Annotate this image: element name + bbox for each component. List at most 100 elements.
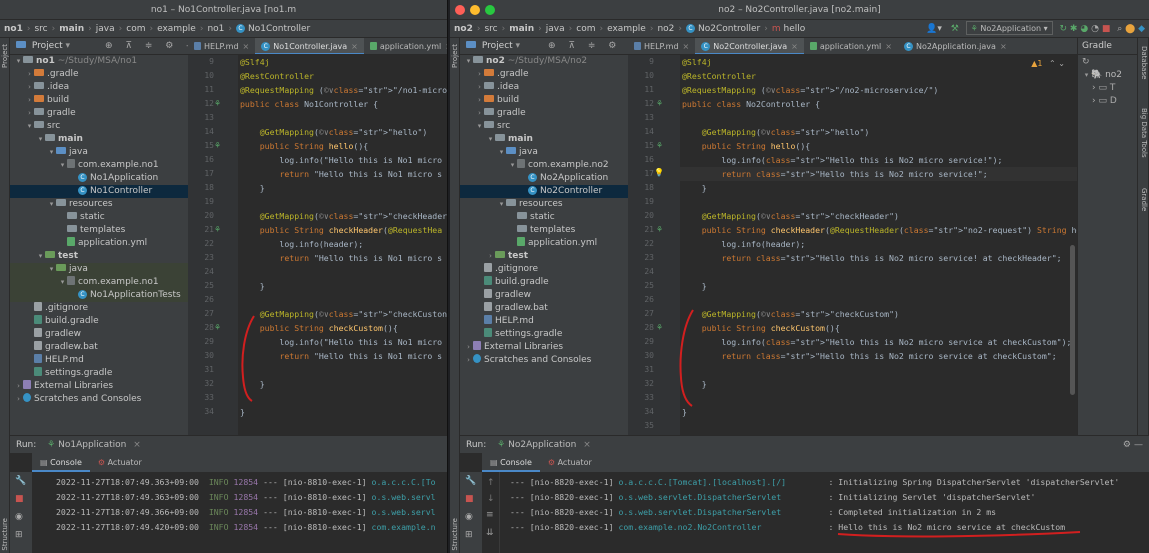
expand-arrow-icon[interactable]: ▾	[36, 133, 45, 146]
project-tool-label[interactable]: Project	[1, 44, 9, 68]
build-hammer-icon[interactable]: ⚒	[951, 24, 959, 34]
run-config-selector[interactable]: ⚘ No2Application ▾	[965, 21, 1053, 35]
stop-icon[interactable]: ■	[15, 494, 24, 504]
tree-item[interactable]: ▾ main	[460, 133, 628, 146]
run-config-tab[interactable]: No2Application	[508, 440, 576, 450]
console-tab[interactable]: ▤ Console	[482, 453, 540, 472]
tree-item[interactable]: › .gradle	[10, 68, 188, 81]
code-line[interactable]: }	[682, 405, 687, 419]
tree-item[interactable]: › Scratches and Consoles	[460, 354, 628, 367]
tree-item[interactable]: ▾ com.example.no1	[10, 276, 188, 289]
editor-tab[interactable]: C No2Application.java ×	[898, 38, 1013, 54]
breadcrumb-item[interactable]: java	[546, 24, 565, 34]
side-tool-label[interactable]: Database	[1140, 46, 1148, 79]
breadcrumb-item[interactable]: src	[484, 24, 497, 34]
tree-item[interactable]: ▾ com.example.no2	[460, 159, 628, 172]
expand-arrow-icon[interactable]: ▾	[508, 159, 517, 172]
code-line[interactable]: @GetMapping(©∨class="str">"checkHeader")	[682, 209, 899, 223]
bean-icon[interactable]: ⚘	[214, 99, 221, 108]
user-icon[interactable]: 👤▾	[926, 24, 942, 34]
code-line[interactable]: @Slf4j	[682, 55, 712, 69]
tree-item[interactable]: HELP.md	[460, 315, 628, 328]
code-line[interactable]: }	[240, 405, 245, 419]
debug-icon[interactable]: ✱	[1070, 24, 1078, 34]
expand-arrow-icon[interactable]: ▾	[486, 133, 495, 146]
close-icon[interactable]: ×	[683, 42, 690, 51]
gear-icon[interactable]: ⚙	[1123, 436, 1131, 453]
code-line[interactable]: }	[240, 377, 265, 391]
console-output[interactable]: --- [nio-8820-exec-1] o.a.c.c.C.[Tomcat]…	[500, 472, 1149, 553]
code-line[interactable]: @GetMapping(©∨class="str">"checkCuston")	[240, 307, 447, 321]
tree-item[interactable]: templates	[460, 224, 628, 237]
expand-arrow-icon[interactable]: ▾	[497, 146, 506, 159]
expand-arrow-icon[interactable]: ▾	[47, 146, 56, 159]
tree-item[interactable]: ▾ java	[460, 146, 628, 159]
tree-item[interactable]: › External Libraries	[10, 380, 188, 393]
tree-item[interactable]: static	[460, 211, 628, 224]
breadcrumb-item[interactable]: src	[34, 24, 47, 34]
project-header-label[interactable]: Project	[32, 41, 63, 51]
tree-item[interactable]: ▾ java	[10, 263, 188, 276]
expand-arrow-icon[interactable]: ▾	[58, 159, 67, 172]
tree-item[interactable]: › gradle	[10, 107, 188, 120]
code-line[interactable]: @GetMapping(©∨class="str">"hello")	[682, 125, 870, 139]
coverage-icon[interactable]: ◕	[1080, 24, 1088, 34]
bean-icon[interactable]: ⚘	[656, 99, 663, 108]
breadcrumb-item[interactable]: com	[576, 24, 595, 34]
expand-arrow-icon[interactable]: ›	[25, 81, 34, 94]
expand-arrow-icon[interactable]: ▾	[36, 250, 45, 263]
window-title-bar[interactable]: no2 – No2Controller.java [no2.main]	[450, 0, 1149, 20]
bean-icon[interactable]: ⚘	[214, 225, 221, 234]
tree-item[interactable]: › gradle	[460, 107, 628, 120]
scroll-end-icon[interactable]: ⇊	[486, 528, 494, 538]
breadcrumb-item[interactable]: hello	[784, 24, 806, 34]
chevron-down-icon[interactable]: ⌄	[1058, 59, 1065, 68]
breadcrumb-item[interactable]: com	[126, 24, 145, 34]
expand-arrow-icon[interactable]: ›	[464, 341, 473, 354]
editor-tab[interactable]: HELP.md ×	[628, 38, 695, 54]
tree-item[interactable]: .gitignore	[10, 302, 188, 315]
project-toolbar-icons[interactable]: ⊕ ⊼ ≑ ⚙ —	[105, 38, 188, 54]
tree-item[interactable]: ▾ no1 ~/Study/MSA/no1	[10, 55, 188, 68]
editor-tab[interactable]: application.yml×	[364, 38, 447, 54]
close-icon[interactable]: ×	[445, 42, 447, 51]
project-toolbar-icons[interactable]: ⊕ ⊼ ≑ ⚙ —	[548, 38, 628, 54]
close-icon[interactable]: ×	[243, 42, 250, 51]
editor-tab[interactable]: HELP.md ×	[188, 38, 255, 54]
close-icon[interactable]: ×	[351, 42, 358, 51]
tree-item[interactable]: C No1Application	[10, 172, 188, 185]
tree-item[interactable]: HELP.md	[10, 354, 188, 367]
code-line[interactable]: }	[240, 279, 265, 293]
code-line[interactable]: log.info("Hello this is No1 micro	[240, 335, 442, 349]
chevron-down-icon[interactable]: ▾	[516, 41, 521, 51]
breadcrumb-item[interactable]: no2	[657, 24, 674, 34]
close-icon[interactable]: ×	[885, 42, 892, 51]
tree-item[interactable]: ▾ main	[10, 133, 188, 146]
bulb-icon[interactable]: 💡	[654, 168, 664, 177]
breadcrumb-item[interactable]: No2Controller	[698, 24, 760, 34]
warning-indicator[interactable]: ▲1 ⌃ ⌄	[1031, 59, 1065, 68]
code-area[interactable]: @Slf4j @RestController @RequestMapping (©∨…	[680, 55, 1077, 435]
expand-arrow-icon[interactable]: ▾	[14, 55, 23, 68]
bean-icon[interactable]: ⚘	[656, 225, 663, 234]
breadcrumb-item[interactable]: No1Controller	[248, 24, 310, 34]
tree-item[interactable]: › build	[460, 94, 628, 107]
code-line[interactable]: log.info(class="str">"Hello this is No2 …	[682, 153, 1002, 167]
code-line[interactable]: log.info(class="str">"Hello this is No2 …	[682, 335, 1071, 349]
project-tool-label[interactable]: Project	[451, 44, 459, 68]
code-line[interactable]: log.info(header);	[682, 237, 805, 251]
tree-item[interactable]: templates	[10, 224, 188, 237]
expand-arrow-icon[interactable]: ›	[25, 107, 34, 120]
expand-arrow-icon[interactable]: ▾	[464, 55, 473, 68]
code-line[interactable]: @Slf4j	[240, 55, 270, 69]
gradle-project-item[interactable]: ▾ 🐘 no2	[1078, 69, 1137, 82]
code-line[interactable]: public class No2Controller {	[682, 97, 820, 111]
console-output[interactable]: 2022-11-27T18:07:49.363+09:00 INFO 12854…	[32, 472, 447, 553]
tree-item[interactable]: ▾ test	[10, 250, 188, 263]
tree-item[interactable]: ▾ resources	[460, 198, 628, 211]
chevron-down-icon[interactable]: ▾	[66, 41, 71, 51]
search-icon[interactable]: ⌕	[1117, 24, 1122, 34]
code-line[interactable]: log.info("Hello this is No1 micro	[240, 153, 442, 167]
tree-item[interactable]: C No1ApplicationTests	[10, 289, 188, 302]
console-tab[interactable]: ⚙ Actuator	[90, 453, 150, 472]
